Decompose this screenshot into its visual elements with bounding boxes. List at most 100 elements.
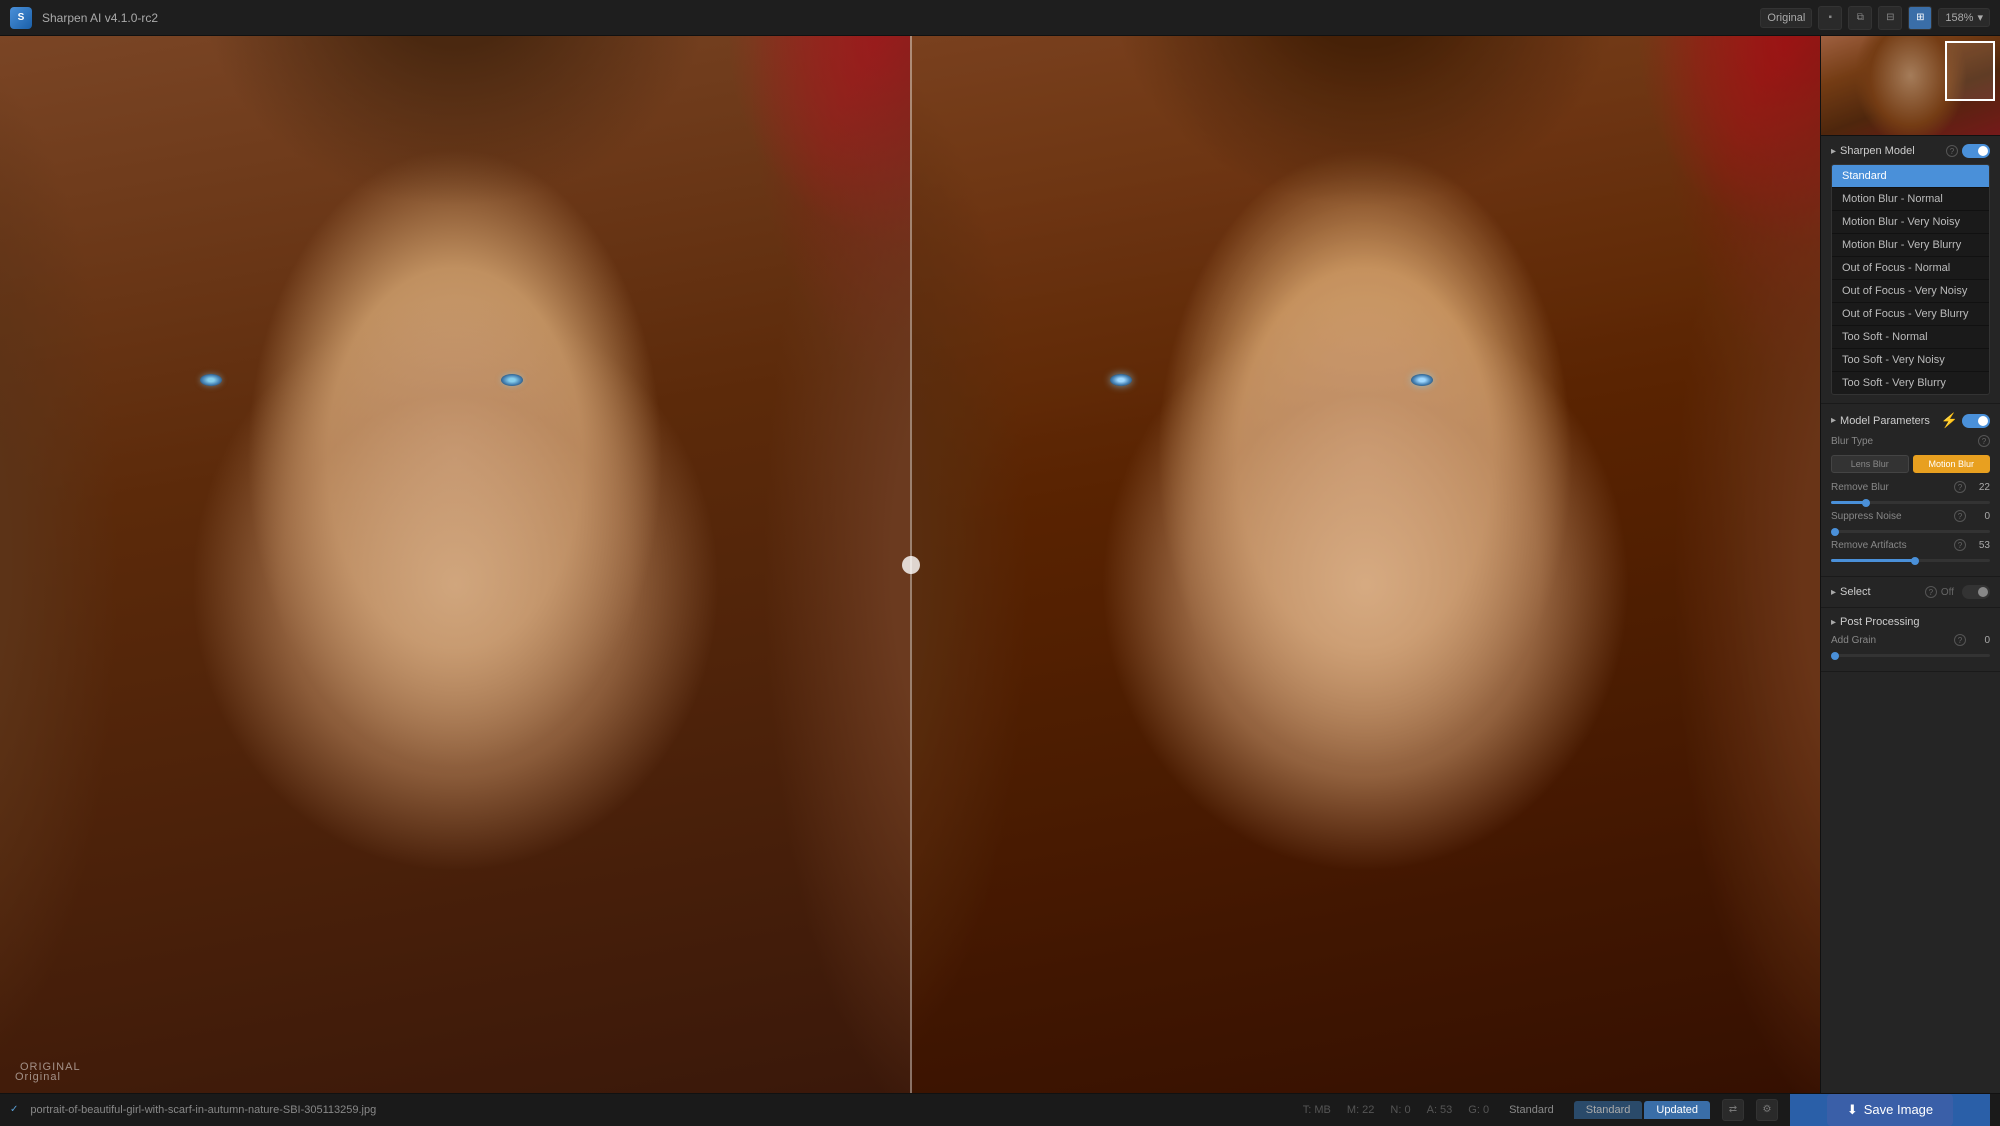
image-divider[interactable] <box>910 36 912 1093</box>
blur-type-motion[interactable]: Motion Blur <box>1913 455 1991 473</box>
view-single-button[interactable]: ▪ <box>1818 6 1842 30</box>
remove-blur-info[interactable]: ? <box>1954 481 1966 493</box>
model-item-motion-blur-very-blurry[interactable]: Motion Blur - Very Blurry <box>1832 234 1989 257</box>
select-toggle[interactable] <box>1962 585 1990 599</box>
model-item-motion-blur-very-noisy[interactable]: Motion Blur - Very Noisy <box>1832 211 1989 234</box>
stat-n: N: 0 <box>1390 1104 1410 1116</box>
add-grain-info[interactable]: ? <box>1954 634 1966 646</box>
remove-blur-slider[interactable] <box>1831 501 1990 504</box>
add-grain-slider[interactable] <box>1831 654 1990 657</box>
save-icon: ⬇ <box>1847 1102 1858 1118</box>
blur-type-info[interactable]: ? <box>1978 435 1990 447</box>
select-section: ▸ Select ? Off <box>1821 577 2000 608</box>
zoom-level: 158% <box>1945 12 1973 24</box>
compare-icon-btn[interactable]: ⇄ <box>1722 1099 1744 1121</box>
remove-artifacts-info[interactable]: ? <box>1954 539 1966 551</box>
suppress-noise-thumb[interactable] <box>1831 528 1839 536</box>
blur-type-lens[interactable]: Lens Blur <box>1831 455 1909 473</box>
view-grid-button[interactable]: ⊞ <box>1908 6 1932 30</box>
image-area[interactable]: Original <box>0 36 1820 1093</box>
model-item-too-soft-normal[interactable]: Too Soft - Normal <box>1832 326 1989 349</box>
params-section-label: Model Parameters <box>1840 415 1937 427</box>
model-item-motion-blur-normal[interactable]: Motion Blur - Normal <box>1832 188 1989 211</box>
post-section-toggle[interactable]: ▸ <box>1831 617 1836 628</box>
post-section-label: Post Processing <box>1840 616 1990 628</box>
model-item-out-of-focus-very-noisy[interactable]: Out of Focus - Very Noisy <box>1832 280 1989 303</box>
image-left-original: Original <box>0 36 910 1093</box>
model-item-out-of-focus-very-blurry[interactable]: Out of Focus - Very Blurry <box>1832 303 1989 326</box>
remove-blur-value: 22 <box>1970 482 1990 493</box>
model-item-standard[interactable]: Standard <box>1832 165 1989 188</box>
post-processing-section: ▸ Post Processing Add Grain ? 0 <box>1821 608 2000 672</box>
model-section-toggle[interactable]: ▸ <box>1831 146 1836 157</box>
file-path: portrait-of-beautiful-girl-with-scarf-in… <box>30 1104 376 1116</box>
blur-type-buttons: Lens Blur Motion Blur <box>1831 455 1990 473</box>
suppress-noise-row: Suppress Noise ? 0 <box>1831 510 1990 522</box>
model-dropdown: Standard Motion Blur - Normal Motion Blu… <box>1831 164 1990 395</box>
topbar: S Sharpen AI v4.1.0-rc2 Original ▪ ⧉ ⊟ ⊞… <box>0 0 2000 36</box>
tab-standard[interactable]: Standard <box>1574 1101 1643 1119</box>
original-button[interactable]: Original <box>1760 8 1812 28</box>
tab-updated[interactable]: Updated <box>1644 1101 1710 1119</box>
remove-blur-thumb[interactable] <box>1862 499 1870 507</box>
model-name-bottom: Standard <box>1509 1104 1554 1116</box>
params-section-toggle[interactable]: ▸ <box>1831 415 1836 426</box>
add-grain-label: Add Grain <box>1831 635 1950 646</box>
select-label: Select <box>1840 586 1921 598</box>
remove-artifacts-row: Remove Artifacts ? 53 <box>1831 539 1990 551</box>
remove-artifacts-fill <box>1831 559 1915 562</box>
save-area: ⬇ Save Image <box>1790 1094 1990 1126</box>
model-info-icon[interactable]: ? <box>1946 145 1958 157</box>
remove-blur-fill <box>1831 501 1866 504</box>
select-info[interactable]: ? <box>1925 586 1937 598</box>
tab-group: Standard Updated <box>1574 1101 1710 1119</box>
image-canvas: Original <box>0 36 1820 1093</box>
blur-type-row-label: Blur Type ? <box>1831 435 1990 447</box>
view-split-v-button[interactable]: ⧉ <box>1848 6 1872 30</box>
suppress-noise-slider[interactable] <box>1831 530 1990 533</box>
right-panel: ▸ Sharpen Model ? Standard Motion Blur -… <box>1820 36 2000 1093</box>
select-status: Off <box>1941 587 1954 598</box>
add-grain-row: Add Grain ? 0 <box>1831 634 1990 646</box>
stat-m: M: 22 <box>1347 1104 1375 1116</box>
remove-artifacts-thumb[interactable] <box>1911 557 1919 565</box>
thumbnail-area <box>1821 36 2000 136</box>
model-item-too-soft-very-noisy[interactable]: Too Soft - Very Noisy <box>1832 349 1989 372</box>
remove-blur-label: Remove Blur <box>1831 482 1950 493</box>
zoom-control[interactable]: 158% ▾ <box>1938 8 1990 27</box>
image-right-sharpened <box>910 36 1820 1093</box>
zoom-arrow: ▾ <box>1977 11 1983 24</box>
divider-handle[interactable] <box>902 556 920 574</box>
stat-a: A: 53 <box>1427 1104 1453 1116</box>
blur-type-label: Blur Type <box>1831 436 1974 447</box>
sharpen-model-section: ▸ Sharpen Model ? Standard Motion Blur -… <box>1821 136 2000 404</box>
app-logo: S <box>10 7 32 29</box>
image-label-original: Original <box>15 1071 61 1083</box>
add-grain-thumb[interactable] <box>1831 652 1839 660</box>
model-section-label: Sharpen Model <box>1840 145 1942 157</box>
bottom-bar: ✓ portrait-of-beautiful-girl-with-scarf-… <box>0 1093 2000 1125</box>
stat-g: G: 0 <box>1468 1104 1489 1116</box>
view-split-h-button[interactable]: ⊟ <box>1878 6 1902 30</box>
remove-artifacts-slider[interactable] <box>1831 559 1990 562</box>
add-grain-value: 0 <box>1970 635 1990 646</box>
parameters-section: ▸ Model Parameters ⚡ Blur Type ? Lens Bl… <box>1821 404 2000 577</box>
select-section-toggle[interactable]: ▸ <box>1831 587 1836 598</box>
model-item-too-soft-very-blurry[interactable]: Too Soft - Very Blurry <box>1832 372 1989 394</box>
settings-icon-btn[interactable]: ⚙ <box>1756 1099 1778 1121</box>
file-icon: ✓ <box>10 1104 18 1115</box>
suppress-noise-value: 0 <box>1970 511 1990 522</box>
model-section-switch[interactable] <box>1962 144 1990 158</box>
thumbnail-selection[interactable] <box>1945 41 1995 101</box>
params-section-switch[interactable] <box>1962 414 1990 428</box>
lightning-icon: ⚡ <box>1941 412 1958 429</box>
bottom-stats: T: MB M: 22 N: 0 A: 53 G: 0 <box>1303 1104 1489 1116</box>
suppress-noise-info[interactable]: ? <box>1954 510 1966 522</box>
model-item-out-of-focus-normal[interactable]: Out of Focus - Normal <box>1832 257 1989 280</box>
suppress-noise-label: Suppress Noise <box>1831 511 1950 522</box>
main-content: Original ▸ Sharpen Model <box>0 36 2000 1093</box>
save-button[interactable]: ⬇ Save Image <box>1827 1094 1953 1126</box>
remove-artifacts-value: 53 <box>1970 540 1990 551</box>
stat-t: T: MB <box>1303 1104 1331 1116</box>
remove-artifacts-label: Remove Artifacts <box>1831 540 1950 551</box>
